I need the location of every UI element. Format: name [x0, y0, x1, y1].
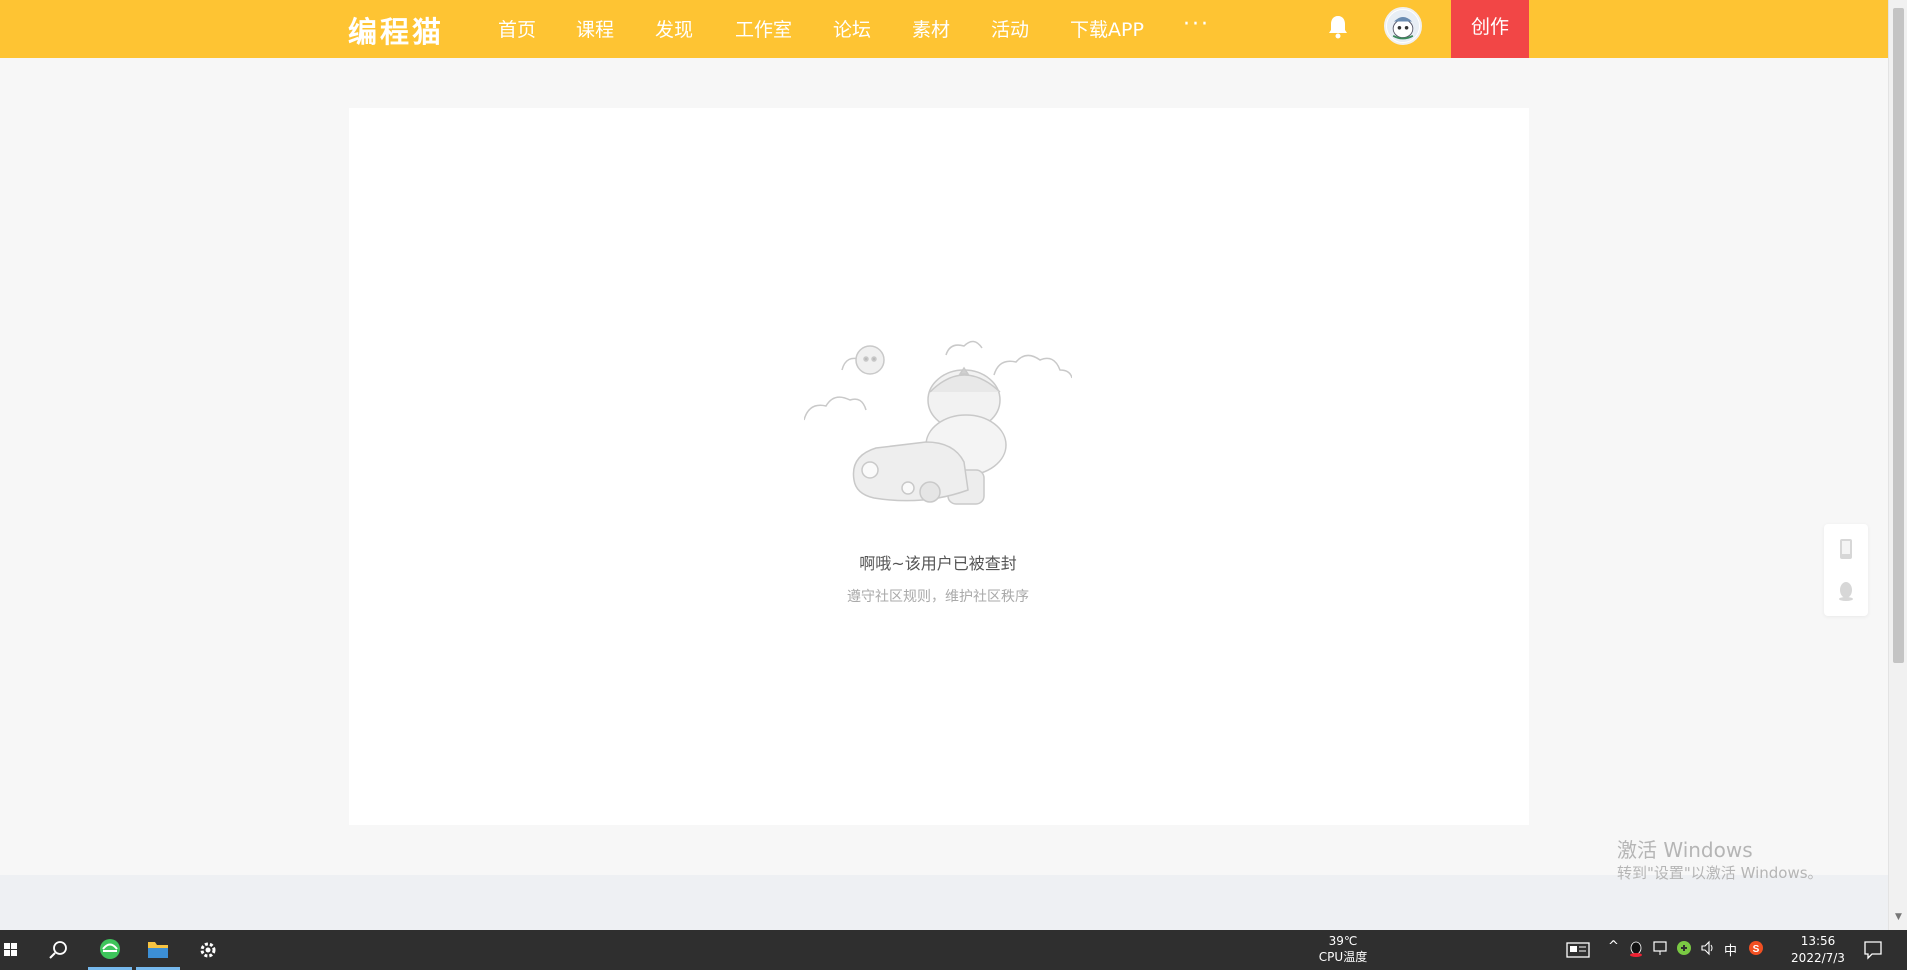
nav-events[interactable]: 活动: [991, 15, 1029, 42]
cpu-temp-value: 39℃: [1328, 934, 1358, 948]
show-hidden-icons-chevron-icon[interactable]: ^: [1608, 939, 1619, 954]
page-footer-band: [0, 875, 1888, 930]
nav-courses[interactable]: 课程: [576, 15, 614, 42]
scrollbar-thumb[interactable]: [1893, 8, 1904, 663]
network-icon[interactable]: [1652, 940, 1668, 956]
qq-tray-icon[interactable]: [1628, 940, 1644, 958]
avatar-image: [1386, 9, 1420, 43]
taskbar-clock[interactable]: 13:56 2022/7/3: [1778, 933, 1858, 967]
mobile-icon[interactable]: [1836, 538, 1856, 560]
nav-download-app[interactable]: 下载APP: [1070, 15, 1144, 42]
search-icon[interactable]: [34, 930, 82, 970]
nav-forum[interactable]: 论坛: [833, 15, 871, 42]
nav-home[interactable]: 首页: [498, 15, 536, 42]
notification-center-icon[interactable]: [1862, 940, 1884, 960]
user-avatar[interactable]: [1384, 7, 1422, 45]
browser-icon: [100, 939, 120, 959]
nav-materials[interactable]: 素材: [912, 15, 950, 42]
settings-gear-icon[interactable]: [184, 930, 232, 970]
news-widget-icon[interactable]: [1566, 942, 1590, 958]
cpu-temp-label: CPU温度: [1318, 950, 1368, 964]
scroll-down-arrow-icon[interactable]: ▼: [1893, 912, 1904, 922]
nav-studio[interactable]: 工作室: [735, 15, 792, 42]
site-logo[interactable]: 编程猫: [348, 9, 444, 51]
svg-text:S: S: [1753, 944, 1760, 955]
nav-more-button[interactable]: ···: [1183, 12, 1210, 37]
create-button[interactable]: 创作: [1451, 0, 1529, 58]
green-app-tray-icon[interactable]: [1676, 940, 1692, 956]
folder-icon: [148, 942, 168, 958]
windows-taskbar: 39℃ CPU温度 ^ 中 S 13:56 2022/7/3: [0, 930, 1907, 970]
ban-message-title: 啊哦~该用户已被查封: [859, 554, 1017, 573]
clock-date: 2022/7/3: [1791, 951, 1845, 965]
bell-icon[interactable]: [1326, 14, 1350, 40]
file-explorer-taskbar-button[interactable]: [134, 930, 182, 970]
sogou-input-icon[interactable]: S: [1748, 940, 1764, 956]
windows-activation-watermark-title: 激活 Windows: [1617, 838, 1753, 862]
banned-user-illustration: [804, 340, 1072, 505]
clock-time: 13:56: [1800, 934, 1836, 948]
windows-activation-watermark-subtitle: 转到"设置"以激活 Windows。: [1617, 864, 1823, 882]
browser-viewport: 编程猫 首页 课程 发现 工作室 论坛 素材 活动 下载APP ··· 创作 啊…: [0, 0, 1888, 930]
ban-message-subtitle: 遵守社区规则，维护社区秩序: [847, 589, 1029, 605]
browser-taskbar-button[interactable]: [86, 930, 134, 970]
top-navbar: 编程猫 首页 课程 发现 工作室 论坛 素材 活动 下载APP ··· 创作: [0, 0, 1888, 58]
nav-discover[interactable]: 发现: [655, 15, 693, 42]
qq-icon[interactable]: [1836, 580, 1856, 602]
side-toolbar: [1824, 524, 1868, 616]
ime-indicator[interactable]: 中: [1724, 940, 1737, 959]
vertical-scrollbar[interactable]: ▼: [1888, 0, 1907, 930]
cpu-temperature-widget[interactable]: 39℃ CPU温度: [1318, 933, 1368, 965]
volume-icon[interactable]: [1700, 940, 1716, 956]
